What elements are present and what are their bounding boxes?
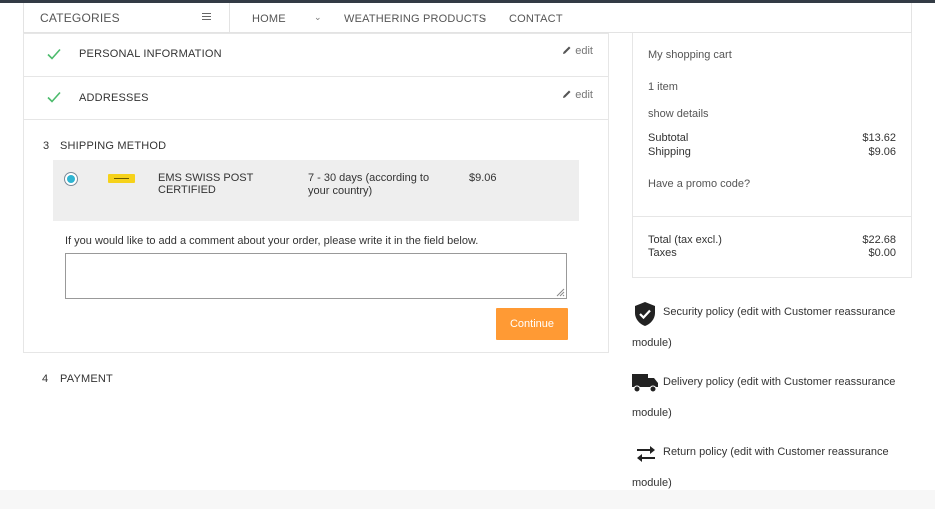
comment-textarea[interactable]: [65, 253, 567, 299]
nav-home[interactable]: HOME: [252, 13, 286, 25]
step-shipping-method: 3 SHIPPING METHOD EMS SWISS POST CERTIFI…: [23, 120, 609, 353]
step-title: PERSONAL INFORMATION: [79, 48, 222, 60]
promo-code-link[interactable]: Have a promo code?: [648, 178, 750, 190]
taxes-label: Taxes: [648, 247, 677, 259]
edit-link[interactable]: edit: [562, 89, 593, 101]
edit-link[interactable]: edit: [562, 45, 593, 57]
carrier-radio[interactable]: [64, 172, 78, 186]
edit-label: edit: [575, 45, 593, 57]
step-number: 3: [43, 140, 50, 152]
edit-label: edit: [575, 89, 593, 101]
footer-background: [0, 490, 935, 509]
taxes-value: $0.00: [868, 247, 896, 259]
chevron-down-icon[interactable]: ⌄: [480, 12, 488, 23]
cart-title: My shopping cart: [648, 49, 732, 61]
chevron-down-icon[interactable]: ⌄: [314, 12, 322, 23]
carrier-option[interactable]: EMS SWISS POST CERTIFIED 7 - 30 days (ac…: [53, 160, 579, 221]
total-value: $22.68: [862, 234, 896, 246]
divider: [633, 216, 911, 217]
resize-handle-icon[interactable]: [556, 288, 565, 297]
step-title: SHIPPING METHOD: [60, 140, 167, 152]
categories-label: CATEGORIES: [40, 11, 120, 25]
show-details-link[interactable]: show details: [648, 108, 709, 120]
nav-weathering-products[interactable]: WEATHERING PRODUCTS: [344, 13, 486, 25]
cart-summary: My shopping cart 1 item show details Sub…: [632, 33, 912, 278]
pencil-icon: [563, 46, 571, 54]
security-policy-text: Security policy (edit with Customer reas…: [632, 306, 896, 349]
step-number: 4: [42, 373, 49, 385]
step-addresses[interactable]: ADDRESSES edit: [23, 76, 609, 120]
comment-label: If you would like to add a comment about…: [65, 235, 479, 247]
categories-menu[interactable]: CATEGORIES: [24, 3, 230, 32]
pencil-icon: [563, 90, 571, 98]
step-title: ADDRESSES: [79, 92, 149, 104]
check-icon: [47, 91, 61, 103]
carrier-price: $9.06: [469, 172, 497, 184]
check-icon: [47, 48, 61, 60]
main-nav: CATEGORIES HOME ⌄ WEATHERING PRODUCTS ⌄ …: [23, 3, 912, 33]
cart-items-count: 1 item: [648, 81, 678, 93]
step-personal-information[interactable]: PERSONAL INFORMATION edit: [23, 33, 609, 77]
step-payment-title[interactable]: PAYMENT: [60, 373, 113, 385]
carrier-name: EMS SWISS POST CERTIFIED: [158, 172, 254, 196]
carrier-delay: 7 - 30 days (according to your country): [308, 172, 430, 197]
carrier-logo: [108, 174, 135, 183]
delivery-policy-text: Delivery policy (edit with Customer reas…: [632, 376, 896, 419]
total-label: Total (tax excl.): [648, 234, 722, 246]
shipping-label: Shipping: [648, 146, 691, 158]
hamburger-icon[interactable]: [202, 13, 211, 22]
continue-button[interactable]: Continue: [496, 308, 568, 340]
shipping-value: $9.06: [868, 146, 896, 158]
nav-contact[interactable]: CONTACT: [509, 13, 563, 25]
subtotal-label: Subtotal: [648, 132, 689, 144]
subtotal-value: $13.62: [862, 132, 896, 144]
